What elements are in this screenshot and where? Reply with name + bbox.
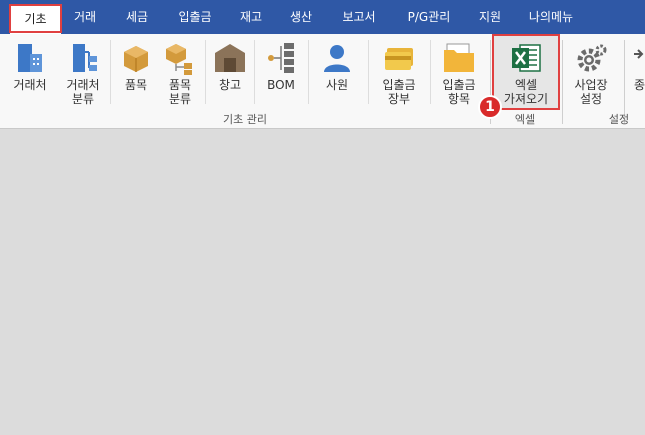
ribbon-divider xyxy=(254,40,255,104)
client-label: 거래처 xyxy=(13,78,47,92)
ribbon-divider xyxy=(368,40,369,104)
client-category-button[interactable]: 거래처 분류 xyxy=(58,36,108,116)
tab-transaction[interactable]: 거래 xyxy=(64,0,106,34)
excel-import-label-2: 가져오기 xyxy=(503,92,549,106)
step-number-badge: 1 xyxy=(478,95,502,119)
group-label-excel: 엑셀 xyxy=(514,113,536,126)
bom-label: BOM xyxy=(267,78,295,92)
client-category-icon xyxy=(73,44,97,72)
business-settings-label-2: 설정 xyxy=(579,92,603,106)
deposit-item-label-2: 항목 xyxy=(447,92,471,106)
ribbon-divider xyxy=(205,40,206,104)
deposit-item-label-1: 입출금 xyxy=(442,78,476,92)
ledger-label-2: 장부 xyxy=(387,92,411,106)
main-content-area xyxy=(0,130,645,435)
business-settings-label-1: 사업장 xyxy=(574,78,608,92)
item-category-button[interactable]: 품목 분류 xyxy=(156,36,204,116)
client-icon xyxy=(18,44,42,72)
group-label-basic: 기초 관리 xyxy=(223,113,267,126)
menu-tab-bar: 기초 거래 세금 입출금 재고 생산 보고서 P/G관리 지원 나의메뉴 xyxy=(0,0,645,34)
ledger-button[interactable]: 입출금 장부 xyxy=(372,36,426,116)
employee-button[interactable]: 사원 xyxy=(312,36,362,116)
excel-import-button[interactable]: 엑셀 가져오기 xyxy=(494,36,558,116)
group-separator xyxy=(562,40,563,124)
exit-button[interactable]: 종 xyxy=(628,36,645,116)
ledger-icon xyxy=(385,48,413,70)
item-label: 품목 xyxy=(124,78,148,92)
exit-label: 종 xyxy=(634,78,645,92)
folder-icon xyxy=(444,43,474,72)
warehouse-label: 창고 xyxy=(218,78,242,92)
exit-icon xyxy=(634,49,644,59)
bom-button[interactable]: BOM xyxy=(256,36,306,116)
item-category-label-1: 품목 xyxy=(168,78,192,92)
ledger-label-1: 입출금 xyxy=(382,78,416,92)
tab-basic[interactable]: 기초 xyxy=(10,4,61,34)
tab-production[interactable]: 생산 xyxy=(280,0,322,34)
ribbon-divider xyxy=(308,40,309,104)
item-category-label-2: 분류 xyxy=(168,92,192,106)
client-button[interactable]: 거래처 xyxy=(4,36,56,116)
client-category-label-2: 분류 xyxy=(71,92,95,106)
tab-support[interactable]: 지원 xyxy=(470,0,510,34)
excel-icon xyxy=(512,44,541,72)
tab-deposit-withdrawal[interactable]: 입출금 xyxy=(170,0,220,34)
warehouse-icon xyxy=(215,44,245,72)
warehouse-button[interactable]: 창고 xyxy=(208,36,252,116)
item-category-icon xyxy=(166,44,192,75)
gear-icon xyxy=(577,44,607,72)
excel-import-label-1: 엑셀 xyxy=(514,78,538,92)
item-button[interactable]: 품목 xyxy=(112,36,160,116)
tab-tax[interactable]: 세금 xyxy=(116,0,158,34)
item-icon xyxy=(124,46,148,72)
ribbon-divider xyxy=(430,40,431,104)
tab-my-menu[interactable]: 나의메뉴 xyxy=(518,0,584,34)
tab-pg-management[interactable]: P/G관리 xyxy=(396,0,462,34)
employee-label: 사원 xyxy=(325,78,349,92)
bom-icon xyxy=(268,43,294,73)
employee-icon xyxy=(324,45,350,72)
client-category-label-1: 거래처 xyxy=(66,78,100,92)
ribbon-divider xyxy=(110,40,111,104)
tab-inventory[interactable]: 재고 xyxy=(230,0,272,34)
group-label-settings: 설정 xyxy=(608,113,630,126)
tab-report[interactable]: 보고서 xyxy=(332,0,386,34)
business-settings-button[interactable]: 사업장 설정 xyxy=(566,36,616,116)
